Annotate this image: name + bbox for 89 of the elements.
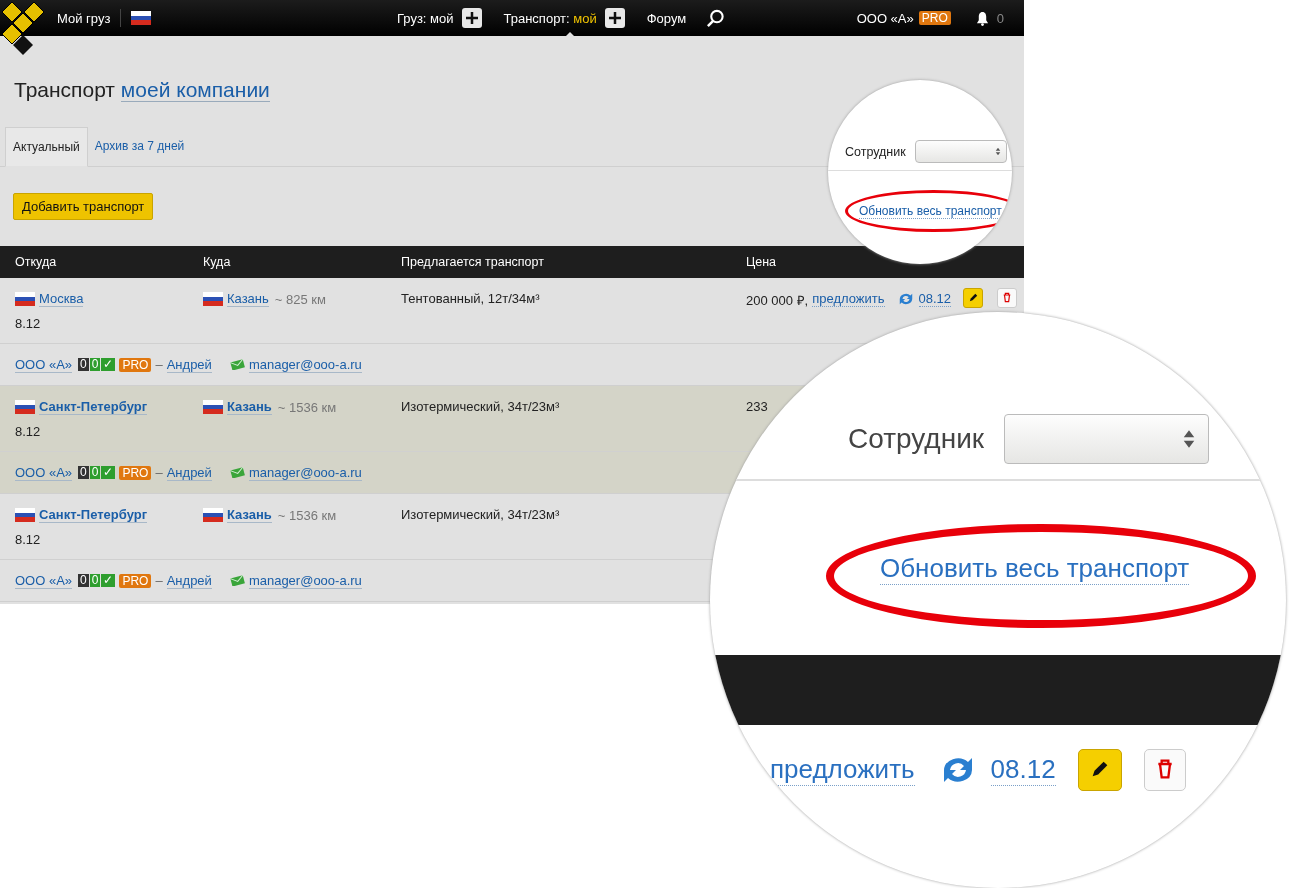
price-text: 233 <box>746 399 768 414</box>
refresh-all-link[interactable]: Обновить весь транспорт <box>859 204 1002 219</box>
employee-label: Сотрудник <box>845 144 906 159</box>
transport-text: Изотермический, 34т/23м³ <box>401 507 560 522</box>
update-date-link[interactable]: 08.12 <box>918 291 952 307</box>
search-icon[interactable] <box>706 8 726 28</box>
offer-link[interactable]: предложить <box>770 754 915 786</box>
pencil-icon <box>967 291 979 303</box>
edit-button[interactable] <box>1077 749 1122 791</box>
transport-text: Изотермический, 34т/23м³ <box>401 399 560 414</box>
plus-icon[interactable] <box>461 8 482 28</box>
company-link[interactable]: ООО «А» <box>856 10 914 26</box>
origin-city-link[interactable]: Санкт-Петербург <box>39 507 148 523</box>
update-date-link[interactable]: 08.12 <box>990 754 1056 786</box>
nav-link[interactable]: Транспорт: мой <box>503 10 597 26</box>
price-text: 200 000 ₽, <box>746 292 809 309</box>
delete-button[interactable] <box>997 288 1018 308</box>
company-filter-link[interactable]: моей компании <box>120 78 270 102</box>
pro-badge: PRO <box>918 11 951 25</box>
russian-flag-icon[interactable] <box>131 11 152 25</box>
offer-link[interactable]: предложить <box>812 291 885 307</box>
pro-badge: PRO <box>119 573 152 588</box>
destination-city-link[interactable]: Казань <box>227 507 272 523</box>
column-header: Откуда <box>15 255 58 269</box>
russian-flag-icon <box>15 508 35 522</box>
add-transport-button[interactable]: Добавить транспорт <box>13 193 154 220</box>
transport-text: Тентованный, 12т/34м³ <box>401 291 540 306</box>
pro-badge: PRO <box>119 357 152 372</box>
column-header: Предлагается транспорт <box>401 255 545 269</box>
dash-text: – <box>155 357 163 372</box>
envelope-icon <box>229 467 245 478</box>
distance-text: ~ 1536 км <box>277 399 337 415</box>
russian-flag-icon <box>203 400 223 414</box>
plus-icon[interactable] <box>604 8 625 28</box>
email-link[interactable]: manager@ooo-a.ru <box>248 464 362 481</box>
envelope-icon <box>229 575 245 586</box>
email-link[interactable]: manager@ooo-a.ru <box>248 356 362 373</box>
contact-name-link[interactable]: Андрей <box>166 464 212 481</box>
company-link[interactable]: ООО «А» <box>15 464 73 481</box>
rating-badge: 0 <box>89 574 101 587</box>
destination-city-link[interactable]: Казань <box>227 291 269 307</box>
page-title: Транспорт <box>14 78 115 101</box>
date-text: 8.12 <box>15 424 42 439</box>
notification-count: 0 <box>996 10 1004 26</box>
contact-name-link[interactable]: Андрей <box>166 572 212 589</box>
russian-flag-icon <box>203 292 223 306</box>
date-text: 8.12 <box>15 532 42 547</box>
rating-badge: 0 <box>78 574 89 587</box>
contact-name-link[interactable]: Андрей <box>166 356 212 373</box>
russian-flag-icon <box>15 400 35 414</box>
origin-city-link[interactable]: Москва <box>39 291 84 307</box>
date-text: 8.12 <box>15 316 42 331</box>
forum-link[interactable]: Форум <box>646 10 687 26</box>
logo-drawing <box>0 0 46 58</box>
rating-badge: 0 <box>78 358 89 371</box>
column-header: Цена <box>746 255 778 269</box>
rating-badge: 0 <box>89 466 101 479</box>
distance-text: ~ 1536 км <box>277 507 337 523</box>
origin-city-link[interactable]: Санкт-Петербург <box>39 399 148 415</box>
russian-flag-icon <box>15 292 35 306</box>
edit-button[interactable] <box>963 288 984 308</box>
rating-badge: 0 <box>78 466 89 479</box>
employee-label: Сотрудник <box>848 423 985 455</box>
column-header: Куда <box>203 255 232 269</box>
rating-badge: ✓ <box>101 466 116 479</box>
dash-text: – <box>155 465 163 480</box>
tab[interactable]: Актуальный <box>5 127 88 167</box>
russian-flag-icon <box>203 508 223 522</box>
refresh-all-link[interactable]: Обновить весь транспорт <box>880 553 1190 585</box>
company-link[interactable]: ООО «А» <box>15 572 73 589</box>
sort-arrows-icon <box>1182 428 1197 450</box>
email-link[interactable]: manager@ooo-a.ru <box>248 572 362 589</box>
distance-text: ~ 825 км <box>274 291 326 307</box>
pro-badge: PRO <box>119 465 152 480</box>
tab[interactable]: Архив за 7 дней <box>87 127 192 166</box>
my-cargo-link[interactable]: Мой груз <box>57 10 111 26</box>
rating-badge: ✓ <box>101 574 116 587</box>
sort-arrows-icon <box>994 147 1001 156</box>
company-link[interactable]: ООО «А» <box>15 356 73 373</box>
rating-badge: ✓ <box>101 358 116 371</box>
trash-icon <box>1002 291 1013 303</box>
rating-badge: 0 <box>89 358 101 371</box>
envelope-icon <box>229 359 245 370</box>
bell-icon[interactable] <box>975 10 989 26</box>
caret-icon <box>563 31 576 38</box>
nav-link[interactable]: Груз: мой <box>397 10 454 26</box>
delete-button[interactable] <box>1143 749 1186 791</box>
dash-text: – <box>155 573 163 588</box>
destination-city-link[interactable]: Казань <box>227 399 272 415</box>
